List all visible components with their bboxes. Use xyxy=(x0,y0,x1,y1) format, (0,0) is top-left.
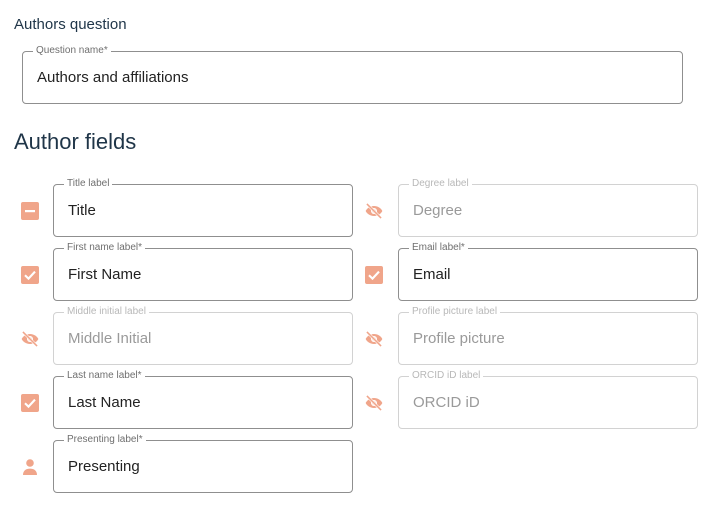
eye-off-icon[interactable] xyxy=(364,329,384,349)
field-value: ORCID iD xyxy=(413,394,480,411)
field-value: Last Name xyxy=(68,394,141,411)
first-name-label-field[interactable]: First name label* First Name xyxy=(53,242,353,301)
presenting-label-field[interactable]: Presenting label* Presenting xyxy=(53,434,353,493)
field-value: Email xyxy=(413,266,451,283)
eye-off-icon[interactable] xyxy=(364,393,384,413)
field-value: Profile picture xyxy=(413,330,505,347)
orcid-id-label-field[interactable]: ORCID iD label ORCID iD xyxy=(398,370,698,429)
field-value: Presenting xyxy=(68,458,140,475)
field-value: Middle Initial xyxy=(68,330,152,347)
section-title: Authors question xyxy=(14,16,127,33)
question-name-value: Authors and affiliations xyxy=(37,69,189,86)
field-value: Title xyxy=(68,202,96,219)
field-value: Degree xyxy=(413,202,463,219)
profile-picture-label-field[interactable]: Profile picture label Profile picture xyxy=(398,306,698,365)
degree-label-field[interactable]: Degree label Degree xyxy=(398,178,698,237)
eye-off-icon[interactable] xyxy=(20,329,40,349)
minus-checkbox-icon[interactable] xyxy=(20,201,40,221)
checked-checkbox-icon[interactable] xyxy=(20,393,40,413)
field-value: First Name xyxy=(68,266,142,283)
question-name-field[interactable]: Question name* Authors and affiliations xyxy=(22,45,683,104)
checked-checkbox-icon[interactable] xyxy=(364,265,384,285)
eye-off-icon[interactable] xyxy=(364,201,384,221)
person-icon[interactable] xyxy=(20,457,40,477)
title-label-field[interactable]: Title label Title xyxy=(53,178,353,237)
checked-checkbox-icon[interactable] xyxy=(20,265,40,285)
author-fields-heading: Author fields xyxy=(14,129,137,154)
email-label-field[interactable]: Email label* Email xyxy=(398,242,698,301)
last-name-label-field[interactable]: Last name label* Last Name xyxy=(53,370,353,429)
middle-initial-label-field[interactable]: Middle initial label Middle Initial xyxy=(53,306,353,365)
